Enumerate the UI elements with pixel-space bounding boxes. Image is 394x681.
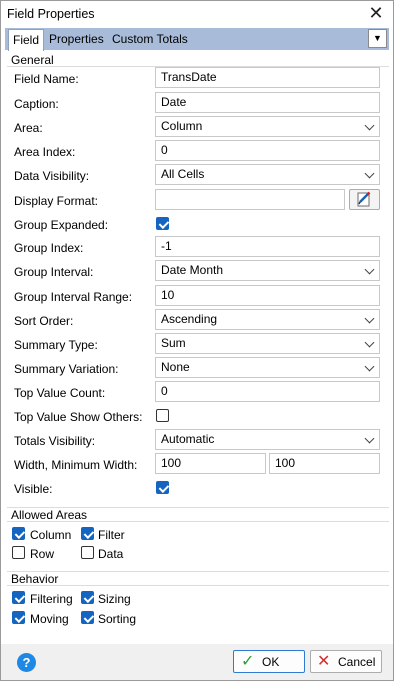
chevron-down-icon [364, 337, 375, 348]
chevron-down-icon [364, 120, 375, 131]
cancel-button[interactable]: ✕ Cancel [310, 650, 382, 673]
chevron-down-icon [364, 264, 375, 275]
totals-visibility-value: Automatic [161, 432, 215, 446]
allowed-areas-caption: Allowed Areas [11, 508, 88, 522]
allowed-area-filter-label: Filter [98, 528, 125, 542]
window-title: Field Properties [7, 7, 95, 21]
allowed-area-data-checkbox[interactable] [81, 546, 94, 559]
general-group-caption: General [11, 53, 54, 67]
top-value-show-others-checkbox[interactable] [156, 409, 169, 422]
sort-order-select[interactable]: Ascending [155, 309, 380, 330]
behavior-sizing-checkbox[interactable] [81, 591, 94, 604]
tab-strip: Field Properties Custom Totals ▼ [5, 28, 389, 51]
close-icon[interactable]: ✕ [361, 2, 391, 26]
tab-custom-totals[interactable]: Custom Totals [112, 28, 188, 50]
caption-label: Caption: [14, 97, 59, 111]
sort-order-value: Ascending [161, 312, 218, 326]
behavior-top-divider [7, 571, 389, 572]
ok-button[interactable]: ✓ OK [233, 650, 305, 673]
help-icon[interactable]: ? [17, 653, 36, 672]
top-value-count-label: Top Value Count: [14, 386, 106, 400]
tab-list-dropdown-icon[interactable]: ▼ [368, 29, 387, 48]
group-interval-range-input[interactable]: 10 [155, 285, 380, 306]
dialog-footer: ? ✓ OK ✕ Cancel [1, 644, 393, 680]
group-expanded-label: Group Expanded: [14, 218, 109, 232]
totals-visibility-select[interactable]: Automatic [155, 429, 380, 450]
sort-order-label: Sort Order: [14, 314, 74, 328]
allowed-area-column-label: Column [30, 528, 72, 542]
behavior-divider [7, 585, 389, 586]
group-interval-label: Group Interval: [14, 265, 94, 279]
width-input[interactable]: 100 [155, 453, 266, 474]
title-bar: Field Properties ✕ [1, 1, 393, 27]
visible-checkbox[interactable] [156, 481, 169, 494]
edit-format-button[interactable] [349, 189, 380, 210]
display-format-label: Display Format: [14, 194, 99, 208]
group-interval-range-label: Group Interval Range: [14, 290, 133, 304]
behavior-filtering-label: Filtering [30, 592, 73, 606]
top-value-count-input[interactable]: 0 [155, 381, 380, 402]
field-properties-dialog: Field Properties ✕ Field Properties Cust… [0, 0, 394, 681]
chevron-down-icon [364, 313, 375, 324]
group-interval-value: Date Month [161, 263, 224, 277]
area-index-label: Area Index: [14, 145, 76, 159]
tab-properties[interactable]: Properties [49, 28, 104, 50]
tab-field[interactable]: Field [8, 29, 45, 51]
behavior-filtering-checkbox[interactable] [12, 591, 25, 604]
field-name-label: Field Name: [14, 72, 79, 86]
behavior-moving-checkbox[interactable] [12, 611, 25, 624]
behavior-sizing-label: Sizing [98, 592, 131, 606]
summary-type-select[interactable]: Sum [155, 333, 380, 354]
chevron-down-icon [364, 361, 375, 372]
pencil-edit-icon [357, 191, 371, 207]
data-visibility-value: All Cells [161, 167, 205, 181]
area-select[interactable]: Column [155, 116, 380, 137]
allowed-area-data-label: Data [98, 547, 124, 561]
caption-input[interactable]: Date [155, 92, 380, 113]
area-value: Column [161, 119, 203, 133]
field-name-input[interactable]: TransDate [155, 67, 380, 88]
cancel-x-icon: ✕ [317, 653, 331, 670]
summary-variation-value: None [161, 360, 190, 374]
summary-variation-select[interactable]: None [155, 357, 380, 378]
chevron-down-icon [364, 433, 375, 444]
summary-type-label: Summary Type: [14, 338, 98, 352]
area-label: Area: [14, 121, 43, 135]
behavior-sorting-label: Sorting [98, 612, 137, 626]
ok-button-label: OK [262, 655, 280, 669]
group-expanded-checkbox[interactable] [156, 217, 169, 230]
behavior-moving-label: Moving [30, 612, 69, 626]
minimum-width-input[interactable]: 100 [269, 453, 380, 474]
allowed-area-filter-checkbox[interactable] [81, 527, 94, 540]
allowed-area-row-checkbox[interactable] [12, 546, 25, 559]
allowed-area-column-checkbox[interactable] [12, 527, 25, 540]
cancel-button-label: Cancel [338, 655, 376, 669]
display-format-input[interactable] [155, 189, 345, 210]
width-label: Width, Minimum Width: [14, 458, 138, 472]
totals-visibility-label: Totals Visibility: [14, 434, 96, 448]
summary-variation-label: Summary Variation: [14, 362, 119, 376]
top-value-show-others-label: Top Value Show Others: [14, 410, 143, 424]
summary-type-value: Sum [161, 336, 186, 350]
check-icon: ✓ [241, 653, 255, 670]
allowed-area-row-label: Row [30, 547, 55, 561]
group-index-label: Group Index: [14, 241, 84, 255]
data-visibility-select[interactable]: All Cells [155, 164, 380, 185]
group-interval-select[interactable]: Date Month [155, 260, 380, 281]
visible-label: Visible: [14, 482, 53, 496]
behavior-caption: Behavior [11, 572, 59, 586]
data-visibility-label: Data Visibility: [14, 169, 90, 183]
allowed-areas-divider [7, 521, 389, 522]
chevron-down-icon [364, 168, 375, 179]
behavior-sorting-checkbox[interactable] [81, 611, 94, 624]
group-index-input[interactable]: -1 [155, 236, 380, 257]
area-index-input[interactable]: 0 [155, 140, 380, 161]
